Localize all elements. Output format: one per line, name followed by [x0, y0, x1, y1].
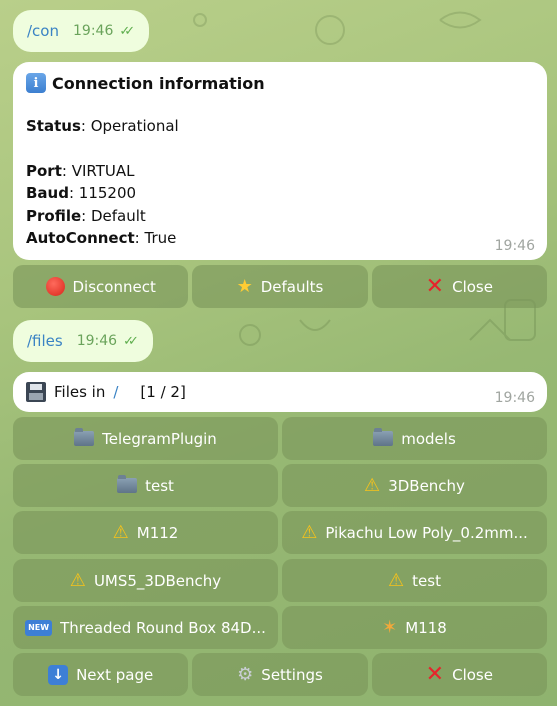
files-keyboard-row-2: test ⚠ 3DBenchy [13, 464, 547, 507]
warning-icon: ⚠ [301, 521, 318, 543]
next-page-button[interactable]: ↓ Next page [13, 653, 189, 696]
files-keyboard-row-3: ⚠ M112 ⚠ Pikachu Low Poly_0.2mm... [13, 511, 547, 554]
warning-icon: ⚠ [388, 569, 405, 591]
file-button-pikachu[interactable]: ⚠ Pikachu Low Poly_0.2mm... [282, 511, 547, 554]
files-path-link[interactable]: / [113, 383, 118, 401]
close-button[interactable]: ✕ Close [371, 265, 547, 308]
autoconnect-line: AutoConnect: True [26, 229, 177, 247]
connection-info-title-text: Connection information [52, 73, 265, 93]
message-time: 19:46 [494, 238, 535, 254]
con-command-bubble: /con 19:46 ✓✓ [13, 10, 150, 52]
red-circle-icon [45, 277, 65, 296]
files-close-button[interactable]: ✕ Close [371, 653, 547, 696]
settings-button[interactable]: ⚙ Settings [192, 653, 368, 696]
read-checkmarks-icon: ✓✓ [123, 333, 139, 349]
files-keyboard-row-4: ⚠ UMS5_3DBenchy ⚠ test [13, 559, 547, 602]
files-command-bubble: /files 19:46 ✓✓ [13, 320, 153, 362]
floppy-disk-icon [26, 382, 46, 402]
close-icon: ✕ [425, 274, 445, 299]
defaults-label: Defaults [260, 277, 324, 296]
message-time: 19:46 [76, 333, 118, 349]
baud-line: Baud: 115200 [26, 184, 137, 202]
page-indicator: [1 / 2] [140, 383, 186, 401]
con-command-text[interactable]: /con [27, 22, 59, 40]
down-arrow-icon: ↓ [48, 664, 69, 685]
warning-icon: ⚠ [112, 521, 129, 543]
status-line: Status: Operational [26, 117, 179, 135]
message-time: 19:46 [73, 23, 114, 39]
folder-button-models[interactable]: models [282, 417, 547, 460]
folder-icon [74, 428, 95, 446]
folder-button-telegramplugin[interactable]: TelegramPlugin [13, 417, 278, 460]
folder-icon [373, 428, 394, 446]
message-meta: 19:46 ✓✓ [73, 23, 135, 39]
new-icon: NEW [25, 619, 53, 636]
folder-button-test[interactable]: test [13, 464, 278, 507]
warning-icon: ⚠ [364, 474, 381, 496]
files-keyboard-row-5: NEW Threaded Round Box 84D... ✶ M118 [13, 606, 547, 649]
close-label: Close [452, 277, 493, 296]
file-button-3dbenchy[interactable]: ⚠ 3DBenchy [282, 464, 547, 507]
party-popper-icon: ✶ [382, 616, 398, 638]
message-time: 19:46 [494, 390, 535, 406]
folder-icon [117, 475, 138, 493]
file-button-m118[interactable]: ✶ M118 [282, 606, 547, 649]
files-title: Files in [54, 383, 106, 401]
file-button-ums5-3dbenchy[interactable]: ⚠ UMS5_3DBenchy [13, 559, 278, 602]
close-icon: ✕ [425, 662, 445, 687]
profile-line: Profile: Default [26, 206, 146, 225]
connection-inline-keyboard: Disconnect ★ Defaults ✕ Close [13, 265, 547, 308]
read-checkmarks-icon: ✓✓ [119, 23, 135, 39]
port-line: Port: VIRTUAL [26, 161, 135, 180]
file-button-m112[interactable]: ⚠ M112 [13, 511, 278, 554]
defaults-button[interactable]: ★ Defaults [192, 265, 368, 308]
files-command-text[interactable]: /files [27, 332, 63, 350]
info-icon: i [26, 73, 46, 93]
gear-icon: ⚙ [237, 663, 254, 685]
files-keyboard-footer: ↓ Next page ⚙ Settings ✕ Close [13, 653, 547, 696]
files-message: Files in / [1 / 2] 19:46 [13, 372, 547, 412]
file-button-test[interactable]: ⚠ test [282, 559, 547, 602]
connection-info-message: i Connection information Status: Operati… [13, 62, 547, 260]
message-meta: 19:46 ✓✓ [77, 333, 139, 349]
disconnect-button[interactable]: Disconnect [13, 265, 189, 308]
star-icon: ★ [236, 275, 253, 297]
warning-icon: ⚠ [69, 569, 86, 591]
disconnect-label: Disconnect [72, 277, 156, 296]
connection-info-title: i Connection information [26, 73, 534, 93]
files-keyboard-row-1: TelegramPlugin models [13, 417, 547, 460]
file-button-threaded-round-box[interactable]: NEW Threaded Round Box 84D... [13, 606, 278, 649]
